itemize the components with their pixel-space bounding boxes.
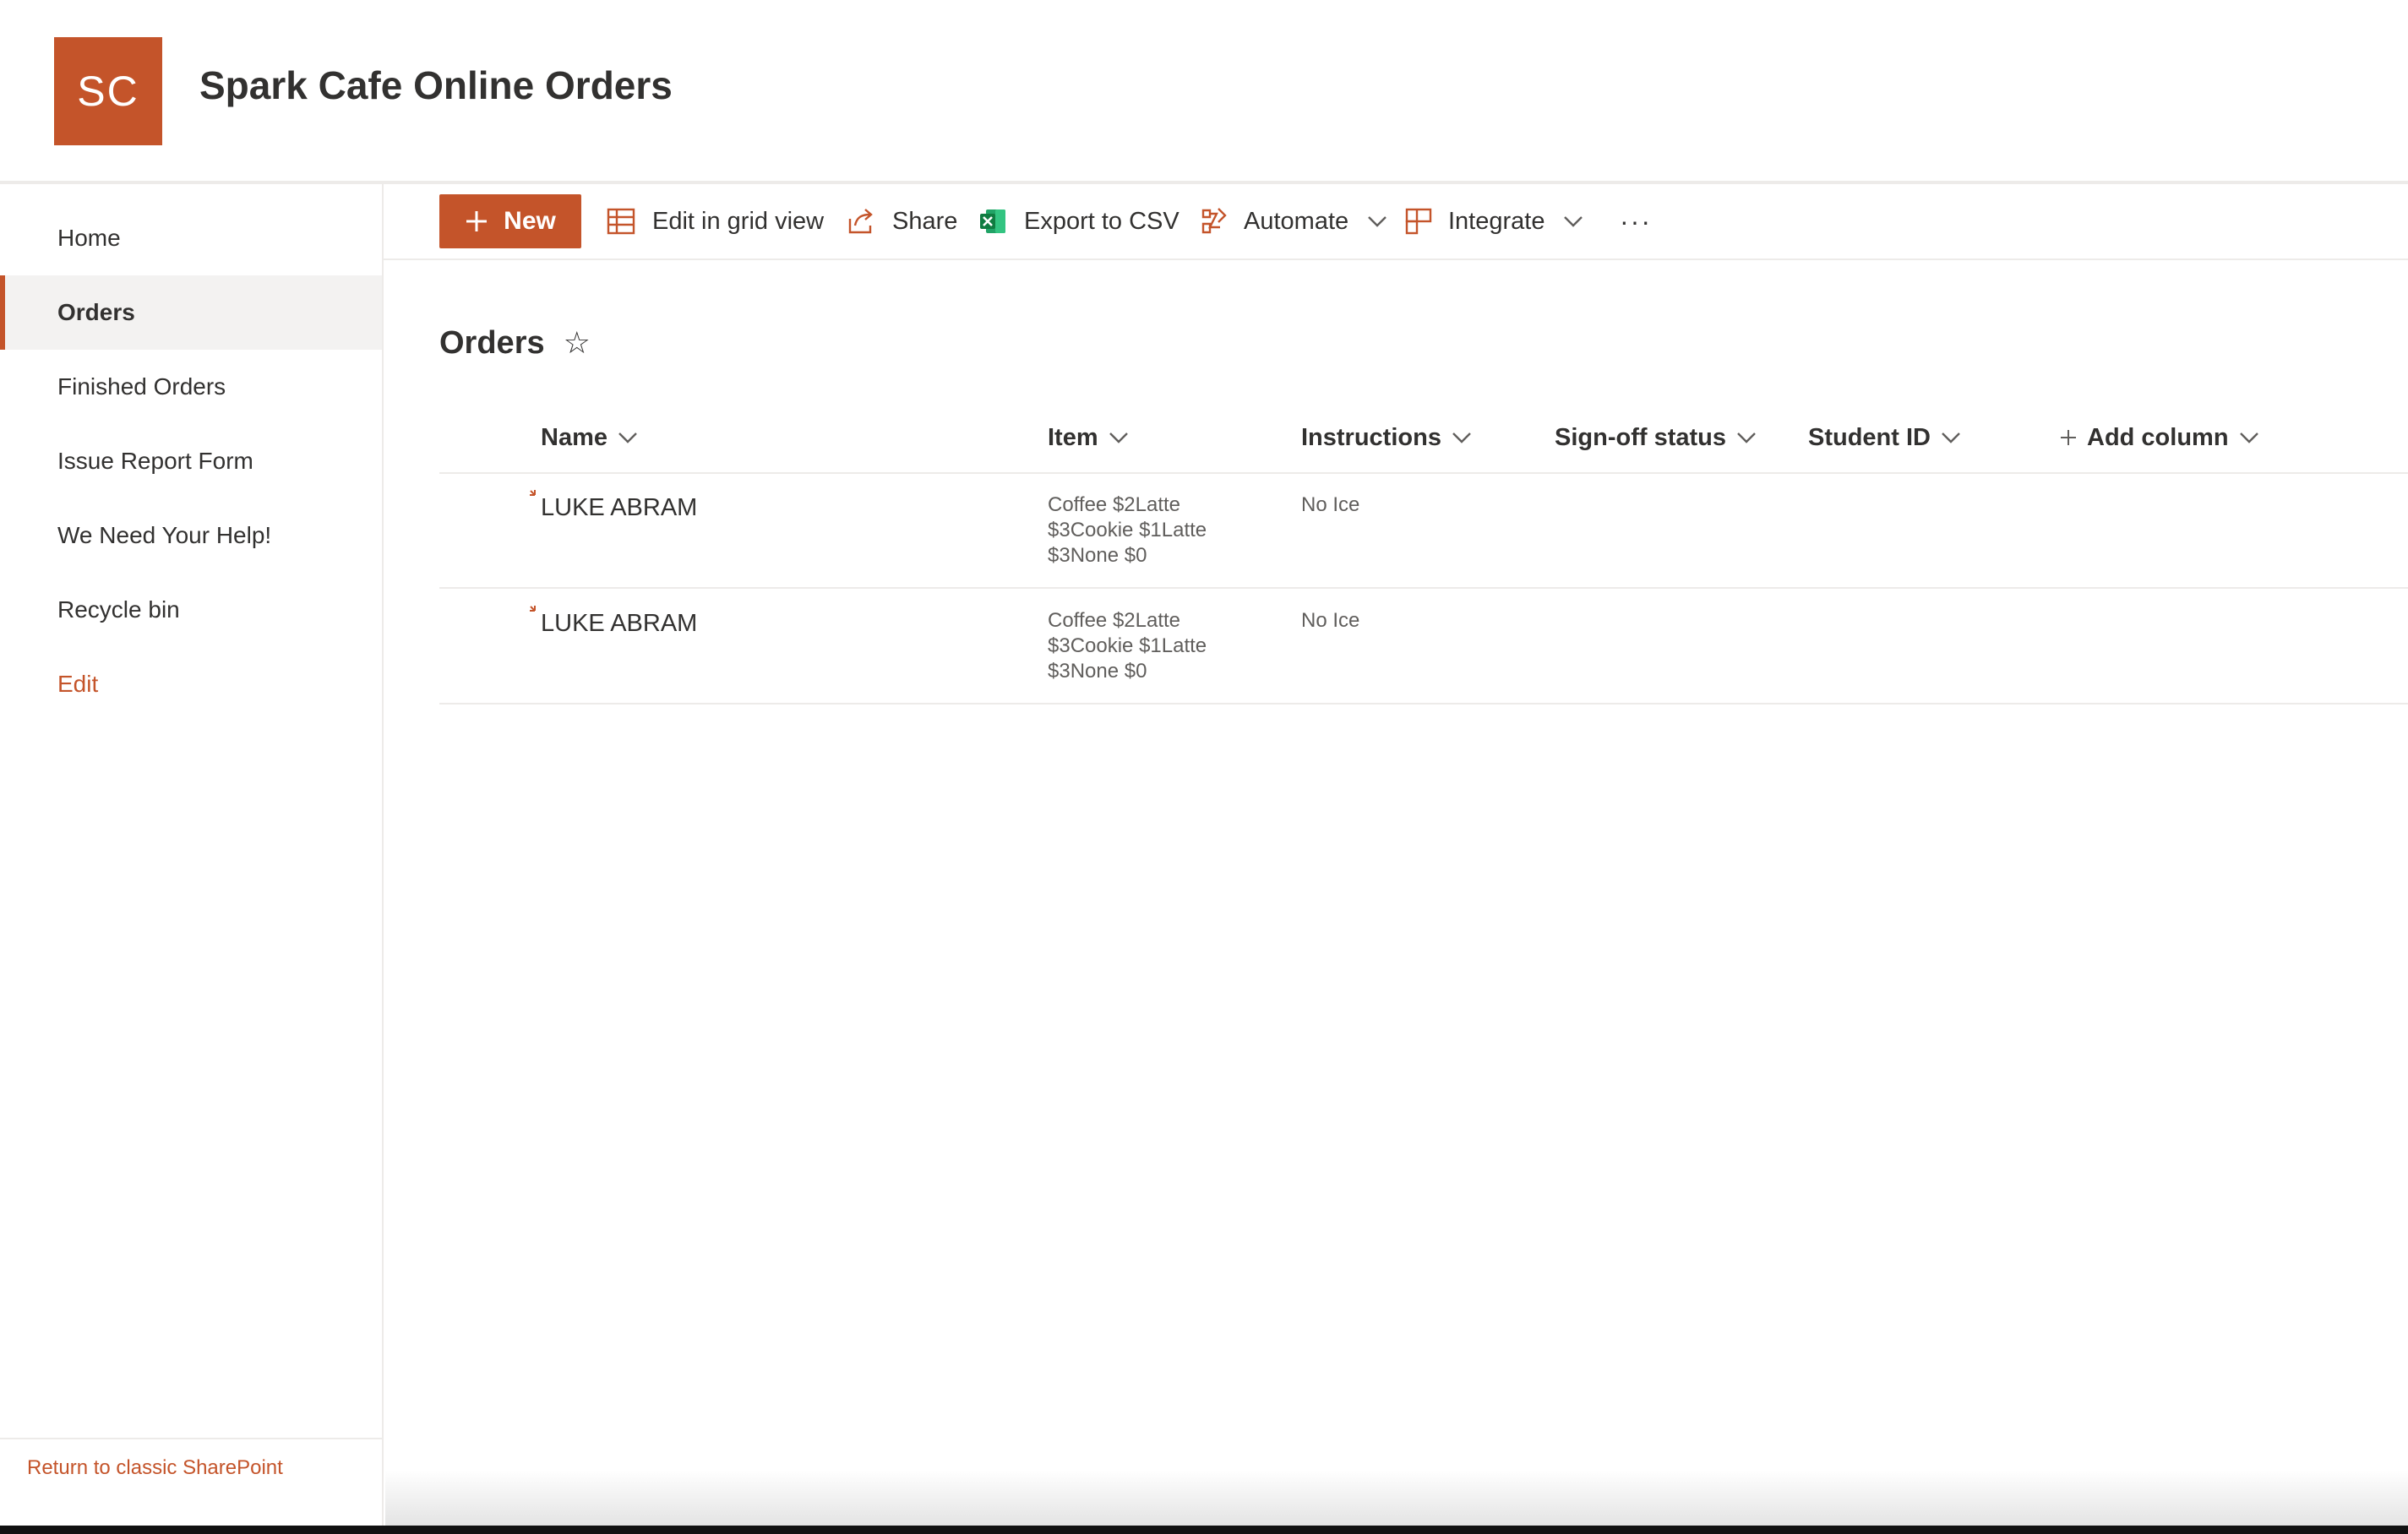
- left-navigation: Home Orders Finished Orders Issue Report…: [0, 184, 384, 1526]
- nav-edit-label: Edit: [57, 671, 99, 697]
- nav-item-label: Home: [57, 225, 121, 251]
- integrate-icon: [1405, 208, 1432, 235]
- grid-icon: [607, 208, 635, 235]
- plus-icon: [2061, 430, 2076, 445]
- flow-icon: [1201, 208, 1227, 234]
- cell-name[interactable]: LUKE ABRAM: [541, 610, 697, 638]
- column-header-instructions[interactable]: Instructions: [1301, 414, 1472, 461]
- nav-item-home[interactable]: Home: [0, 201, 382, 275]
- star-icon[interactable]: ☆: [564, 325, 591, 361]
- nav-item-recycle-bin[interactable]: Recycle bin: [0, 573, 382, 647]
- chevron-down-icon: [1737, 432, 1756, 443]
- automate-label: Automate: [1244, 207, 1349, 235]
- export-to-csv-label: Export to CSV: [1024, 207, 1179, 235]
- integrate-label: Integrate: [1448, 207, 1545, 235]
- excel-icon: [980, 209, 1005, 233]
- share-label: Share: [892, 207, 958, 235]
- column-header-signoff-status[interactable]: Sign-off status: [1555, 414, 1757, 461]
- column-header-name[interactable]: Name: [541, 414, 638, 461]
- add-column-button[interactable]: Add column: [2060, 414, 2259, 461]
- chevron-down-icon: [2239, 432, 2258, 443]
- nav-footer: Return to classic SharePoint: [0, 1438, 382, 1526]
- column-header-item[interactable]: Item: [1048, 414, 1129, 461]
- column-header-label: Student ID: [1808, 423, 1931, 451]
- chevron-down-icon: [1942, 432, 1960, 443]
- chevron-down-icon: [1452, 432, 1471, 443]
- edit-in-grid-view-label: Edit in grid view: [652, 207, 825, 235]
- nav-item-label: Finished Orders: [57, 373, 226, 400]
- nav-item-issue-report-form[interactable]: Issue Report Form: [0, 424, 382, 498]
- column-header-label: Name: [541, 423, 607, 451]
- plus-icon: [466, 211, 488, 231]
- nav-item-orders[interactable]: Orders: [0, 275, 382, 350]
- cell-item: Coffee $2Latte $3Cookie $1Latte $3None $…: [1048, 609, 1207, 683]
- return-to-classic-link[interactable]: Return to classic SharePoint: [27, 1456, 283, 1480]
- command-bar: New Edit in grid view Share Export to CS…: [384, 184, 2408, 260]
- column-header-student-id[interactable]: Student ID: [1808, 414, 1961, 461]
- share-icon: [848, 209, 873, 234]
- list-title-row: Orders ☆: [439, 319, 591, 367]
- more-commands-button[interactable]: ···: [1610, 194, 1661, 248]
- chevron-down-icon: [618, 432, 637, 443]
- cell-item: Coffee $2Latte $3Cookie $1Latte $3None $…: [1048, 493, 1207, 567]
- chevron-down-icon: [1109, 432, 1128, 443]
- bottom-shadow: [385, 1470, 2408, 1526]
- site-logo-initials: SC: [77, 68, 139, 115]
- cell-name[interactable]: LUKE ABRAM: [541, 494, 697, 522]
- nav-item-label: Recycle bin: [57, 596, 180, 623]
- site-title[interactable]: Spark Cafe Online Orders: [199, 63, 673, 108]
- add-column-label: Add column: [2087, 423, 2229, 451]
- edit-in-grid-view-button[interactable]: Edit in grid view: [607, 194, 824, 248]
- new-button-label: New: [504, 207, 556, 235]
- more-icon: ···: [1620, 205, 1652, 237]
- list-title: Orders: [439, 324, 545, 361]
- table-row[interactable]: LUKE ABRAM Coffee $2Latte $3Cookie $1Lat…: [439, 590, 2408, 704]
- chevron-down-icon: [1564, 216, 1583, 227]
- nav-item-label: Orders: [57, 299, 135, 325]
- automate-menu-button[interactable]: Automate: [1200, 194, 1387, 248]
- site-logo[interactable]: SC: [54, 37, 162, 145]
- share-button[interactable]: Share: [847, 194, 957, 248]
- new-button[interactable]: New: [439, 194, 581, 248]
- nav-edit-link[interactable]: Edit: [0, 647, 382, 721]
- table-row[interactable]: LUKE ABRAM Coffee $2Latte $3Cookie $1Lat…: [439, 474, 2408, 589]
- export-to-csv-button[interactable]: Export to CSV: [978, 194, 1179, 248]
- nav-item-label: We Need Your Help!: [57, 522, 272, 548]
- column-header-label: Sign-off status: [1555, 423, 1726, 451]
- integrate-menu-button[interactable]: Integrate: [1404, 194, 1583, 248]
- nav-item-we-need-your-help[interactable]: We Need Your Help!: [0, 498, 382, 573]
- bottom-bar: [0, 1526, 2408, 1534]
- column-header-label: Item: [1048, 423, 1098, 451]
- chevron-down-icon: [1368, 216, 1387, 227]
- nav-item-finished-orders[interactable]: Finished Orders: [0, 350, 382, 424]
- cell-instructions: No Ice: [1301, 609, 1360, 632]
- nav-item-label: Issue Report Form: [57, 448, 253, 474]
- column-header-label: Instructions: [1301, 423, 1441, 451]
- site-header: SC Spark Cafe Online Orders: [0, 0, 2408, 184]
- cell-instructions: No Ice: [1301, 493, 1360, 516]
